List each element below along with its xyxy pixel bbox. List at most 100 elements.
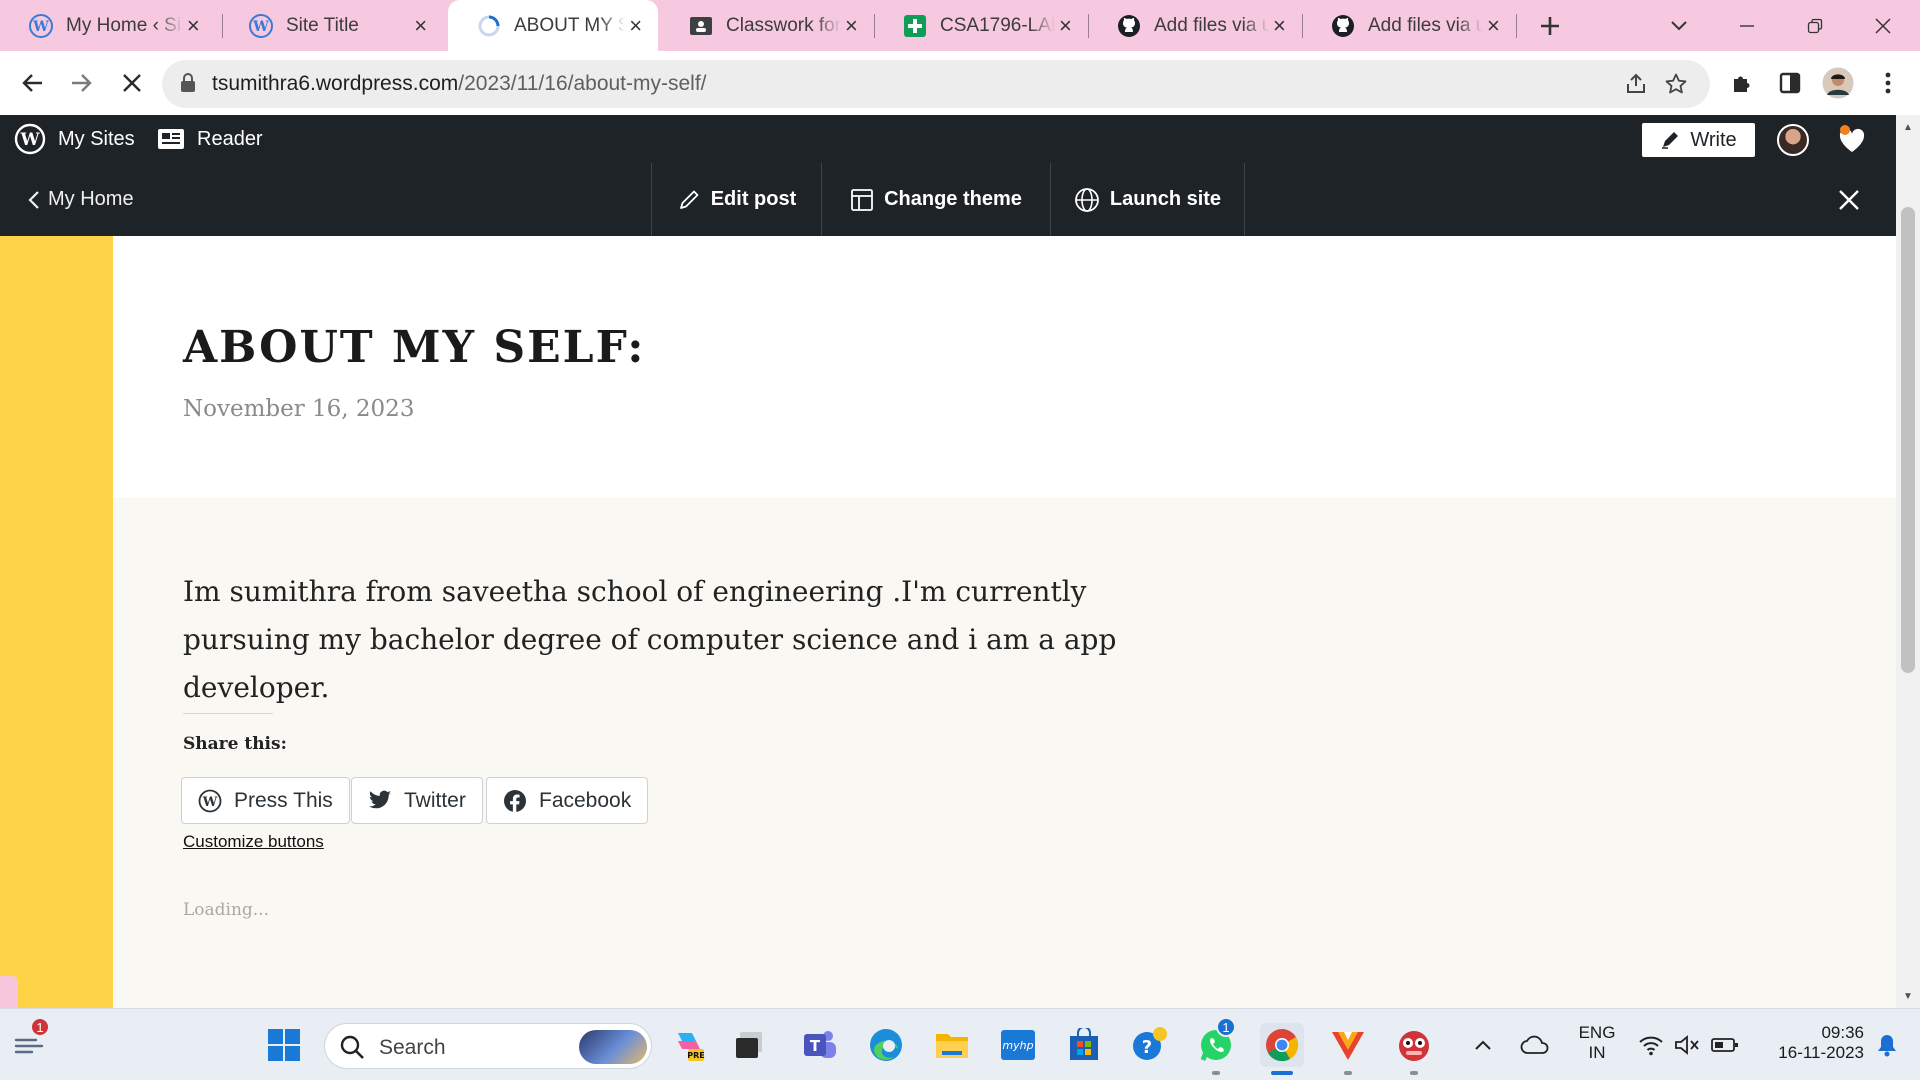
onedrive-icon[interactable]	[1516, 1023, 1554, 1067]
close-window-button[interactable]	[1866, 0, 1900, 51]
globe-icon	[1075, 187, 1099, 212]
share-button-label: Press This	[234, 788, 333, 812]
myhp-icon[interactable]: myhp	[996, 1023, 1040, 1067]
chrome-icon[interactable]	[1260, 1023, 1304, 1067]
scroll-up-arrow-icon[interactable]: ▲	[1902, 121, 1914, 133]
region-code: IN	[1588, 1043, 1606, 1062]
my-sites-button[interactable]: W My Sites	[14, 115, 135, 163]
clock[interactable]: 09:36 16-11-2023	[1754, 1023, 1864, 1063]
copilot-icon[interactable]: PRE	[668, 1023, 712, 1067]
wifi-icon[interactable]	[1634, 1023, 1668, 1067]
stop-loading-button[interactable]	[110, 61, 154, 105]
scrollbar-thumb[interactable]	[1901, 207, 1915, 673]
close-tab-icon[interactable]: ×	[1055, 13, 1076, 38]
reader-button[interactable]: Reader	[157, 115, 263, 163]
close-tab-icon[interactable]: ×	[1483, 13, 1504, 38]
svg-text:W: W	[19, 130, 40, 150]
scroll-down-arrow-icon[interactable]: ▼	[1902, 990, 1914, 1002]
close-tab-icon[interactable]: ×	[841, 13, 862, 38]
share-divider	[183, 713, 273, 714]
change-theme-button[interactable]: Change theme	[821, 163, 1050, 236]
browser-tab[interactable]: W Site Title ×	[220, 0, 444, 51]
microsoft-store-icon[interactable]	[1062, 1023, 1106, 1067]
my-sites-label: My Sites	[58, 127, 135, 150]
share-icon[interactable]	[1622, 70, 1650, 98]
launch-site-button[interactable]: Launch site	[1050, 163, 1245, 236]
browser-tab-active[interactable]: ABOUT MY SELF: ×	[448, 0, 658, 51]
page-scrollbar[interactable]: ▲ ▼	[1896, 115, 1920, 1008]
wp-masterbar: W My Sites Reader Write	[0, 115, 1896, 163]
windows-logo-icon	[268, 1029, 300, 1061]
restore-icon	[1807, 18, 1823, 33]
share-heading: Share this:	[183, 734, 287, 754]
chevron-left-icon	[28, 190, 39, 209]
volume-muted-icon[interactable]	[1670, 1023, 1704, 1067]
write-button[interactable]: Write	[1642, 123, 1755, 157]
browser-menu-button[interactable]	[1870, 65, 1906, 101]
whatsapp-icon[interactable]: 1	[1194, 1017, 1238, 1067]
reader-label: Reader	[197, 127, 263, 150]
close-action-bar-button[interactable]	[1830, 181, 1868, 219]
show-hidden-icons-button[interactable]	[1468, 1023, 1498, 1067]
file-explorer-icon[interactable]	[930, 1023, 974, 1067]
vscode-icon[interactable]	[1326, 1023, 1370, 1067]
stop-icon	[123, 74, 141, 92]
share-facebook-button[interactable]: Facebook	[486, 777, 649, 824]
weather-widget[interactable]: 1	[10, 1017, 54, 1067]
restore-button[interactable]	[1798, 0, 1832, 51]
user-avatar[interactable]	[1777, 124, 1809, 156]
tab-search-button[interactable]	[1662, 0, 1696, 51]
browser-tab[interactable]: Add files via upload ×	[1302, 0, 1516, 51]
my-home-link[interactable]: My Home	[28, 163, 134, 236]
lock-icon[interactable]	[180, 73, 196, 98]
arrow-right-icon	[72, 74, 92, 92]
browser-tab[interactable]: Add files via upload ×	[1088, 0, 1302, 51]
tab-title: CSA1796-LAB	[940, 14, 1055, 36]
share-twitter-button[interactable]: Twitter	[351, 777, 483, 824]
edge-browser-icon[interactable]	[864, 1023, 908, 1067]
browser-tab[interactable]: CSA1796-LAB ×	[874, 0, 1088, 51]
get-help-icon[interactable]: ?	[1128, 1023, 1172, 1067]
search-placeholder: Search	[379, 1036, 446, 1059]
address-bar[interactable]: tsumithra6.wordpress.com/2023/11/16/abou…	[162, 60, 1710, 108]
post-title: ABOUT MY SELF:	[183, 322, 646, 373]
wordpress-icon: W	[248, 13, 274, 39]
battery-icon[interactable]	[1708, 1023, 1742, 1067]
close-tab-icon[interactable]: ×	[1269, 13, 1290, 38]
post-header: ABOUT MY SELF: November 16, 2023	[113, 236, 1896, 498]
task-view-icon[interactable]	[728, 1023, 772, 1067]
feedback-tab[interactable]	[0, 976, 18, 1008]
start-button[interactable]	[262, 1023, 306, 1067]
close-tab-icon[interactable]: ×	[409, 13, 432, 38]
customize-buttons-link[interactable]: Customize buttons	[183, 832, 324, 852]
bookmark-star-icon[interactable]	[1662, 70, 1690, 98]
weather-wind-icon	[14, 1038, 44, 1054]
notifications-button[interactable]	[1835, 123, 1869, 157]
page-content: ABOUT MY SELF: November 16, 2023 Im sumi…	[0, 236, 1896, 1008]
side-panel-icon[interactable]	[1772, 65, 1808, 101]
minimize-button[interactable]	[1730, 0, 1764, 51]
forward-button[interactable]	[59, 61, 103, 105]
browser-tab[interactable]: Classwork for ×	[660, 0, 874, 51]
edit-post-button[interactable]: Edit post	[651, 163, 821, 236]
close-tab-icon[interactable]: ×	[625, 13, 646, 38]
back-button[interactable]	[11, 61, 55, 105]
new-tab-button[interactable]	[1530, 0, 1570, 51]
url-text[interactable]: tsumithra6.wordpress.com/2023/11/16/abou…	[212, 72, 707, 96]
browser-tab[interactable]: W My Home ‹ Site Title — WordPress.com ×	[0, 0, 216, 51]
close-tab-icon[interactable]: ×	[183, 13, 205, 38]
game-app-icon[interactable]	[1392, 1023, 1436, 1067]
profile-avatar[interactable]	[1820, 65, 1856, 101]
language-code: ENG	[1578, 1023, 1616, 1042]
github-icon	[1330, 13, 1356, 39]
share-press-this-button[interactable]: W Press This	[181, 777, 350, 824]
loading-text: Loading...	[183, 900, 270, 920]
notification-center-button[interactable]	[1868, 1023, 1906, 1067]
write-label: Write	[1690, 128, 1737, 151]
notification-badge: 1	[1216, 1017, 1236, 1037]
taskbar-search[interactable]: Search	[324, 1023, 652, 1069]
input-language[interactable]: ENG IN	[1572, 1023, 1622, 1063]
browser-tab-strip: W My Home ‹ Site Title — WordPress.com ×…	[0, 0, 1920, 51]
teams-icon[interactable]: T	[798, 1023, 842, 1067]
extensions-puzzle-icon[interactable]	[1724, 65, 1760, 101]
